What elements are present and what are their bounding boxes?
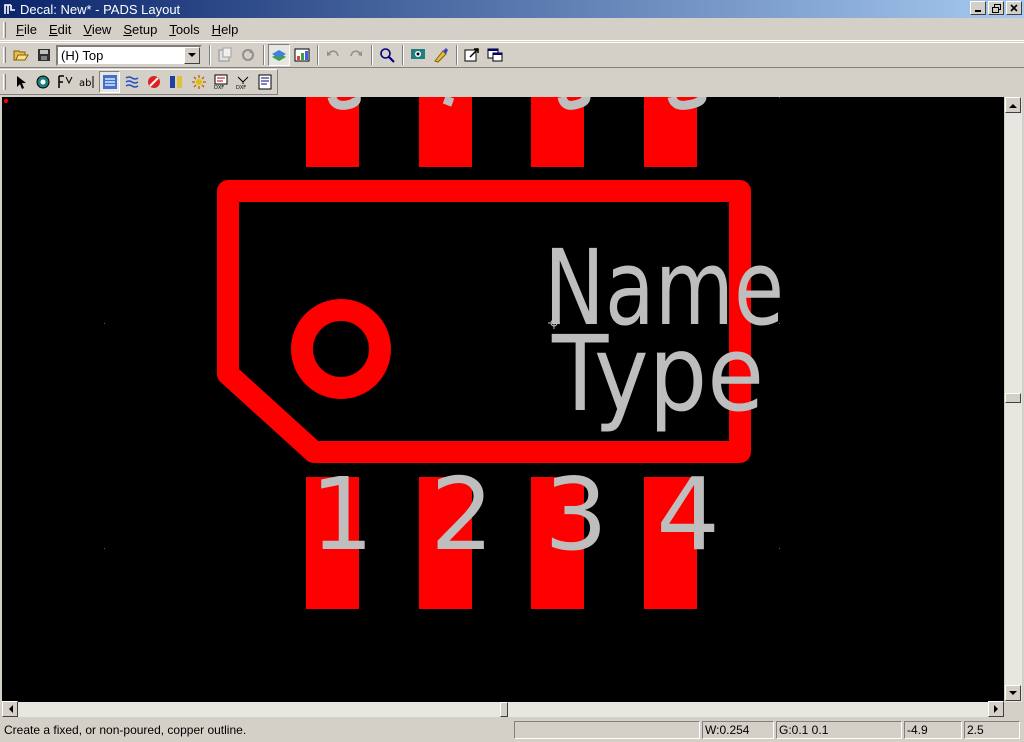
toolbar-separator [402,45,404,65]
top-pads [306,97,697,167]
title-bar: Decal: New* - PADS Layout [0,0,1024,18]
decal-drawing: Name Type 1 2 3 4 [4,97,784,609]
status-y-coordinate: 2.5 [964,721,1020,739]
decal-type-label: Type [551,313,764,435]
drafting-toolbar: ab DXF DXF [0,69,278,95]
toolbar-separator [371,45,373,65]
canvas-frame: Name Type 1 2 3 4 [0,95,1024,717]
dxf-export-icon[interactable]: DXF [233,71,254,93]
bottom-pin-numbers: 1 2 3 4 [310,456,720,573]
pin-label-2: 2 [430,456,494,573]
menu-bar: File Edit View Setup Tools Help [0,19,1024,41]
restore-button[interactable] [988,1,1004,15]
window-icon[interactable] [484,44,506,66]
display-colors-icon[interactable] [291,44,313,66]
scroll-corner [1005,702,1022,717]
menu-grip[interactable] [3,21,6,38]
status-message: Create a fixed, or non-poured, copper ou… [4,723,247,737]
menu-setup[interactable]: Setup [117,20,163,40]
toolbar-separator [456,45,458,65]
copper-cutout-icon[interactable] [144,71,165,93]
svg-text:DXF: DXF [214,85,224,90]
toolbar-grip[interactable] [3,74,6,90]
status-width: W:0.254 [702,721,774,739]
menu-file[interactable]: File [10,20,43,40]
origin-marker [4,99,8,103]
menu-view[interactable]: View [77,20,117,40]
text-tool-icon[interactable]: ab [77,71,98,93]
zoom-icon[interactable] [376,44,398,66]
scroll-left-button[interactable] [2,701,18,717]
status-empty-cell [514,721,700,739]
terminal-icon[interactable] [32,71,53,93]
design-canvas[interactable]: Name Type 1 2 3 4 [2,97,1004,702]
pin-label-4: 4 [656,456,720,573]
copper-pour-icon[interactable] [121,71,142,93]
scroll-right-button[interactable] [988,701,1004,717]
layer-select-value: (H) Top [61,47,104,63]
svg-text:ab: ab [79,78,91,89]
minimize-button[interactable] [970,1,986,15]
explode-icon[interactable] [188,71,209,93]
pin-label-3: 3 [544,456,608,573]
status-bar: Create a fixed, or non-poured, copper ou… [0,718,1024,742]
export-icon[interactable] [461,44,483,66]
toolbar-separator [263,45,265,65]
app-icon [2,1,18,17]
window-title: Decal: New* - PADS Layout [20,1,181,17]
vertical-scrollbar[interactable] [1005,97,1022,702]
toolbar-grip[interactable] [3,47,6,63]
horizontal-scrollbar[interactable] [2,701,1004,717]
menu-help[interactable]: Help [206,20,245,40]
copper-outline-icon[interactable] [98,71,121,93]
chevron-down-icon[interactable] [184,46,200,64]
close-button[interactable] [1006,1,1022,15]
redo-icon[interactable] [345,44,367,66]
vertical-scroll-thumb[interactable] [1005,393,1021,403]
keepout-icon[interactable] [166,71,187,93]
horizontal-scroll-thumb[interactable] [500,702,508,717]
scroll-down-button[interactable] [1005,685,1021,701]
properties-icon[interactable] [214,44,236,66]
pad-top-7 [419,97,472,167]
pin-label-1: 1 [310,456,374,573]
layer-display-icon[interactable] [268,44,290,66]
menu-tools[interactable]: Tools [163,20,205,40]
status-x-coordinate: -4.9 [904,721,962,739]
decal-wizard-icon[interactable] [54,71,75,93]
sketch-icon[interactable] [430,44,452,66]
pin1-marker [291,299,391,399]
menu-edit[interactable]: Edit [43,20,77,40]
redraw-icon[interactable] [237,44,259,66]
layer-select[interactable]: (H) Top [56,44,202,66]
svg-text:DXF: DXF [236,85,246,90]
report-icon[interactable] [255,71,276,93]
dxf-import-icon[interactable]: DXF [210,71,231,93]
select-arrow-icon[interactable] [10,71,31,93]
save-icon[interactable] [33,44,55,66]
standard-toolbar: (H) Top [0,42,1024,68]
scroll-up-button[interactable] [1005,97,1021,113]
open-file-icon[interactable] [10,44,32,66]
view-icon[interactable] [407,44,429,66]
toolbar-separator [317,45,319,65]
undo-icon[interactable] [322,44,344,66]
toolbar-separator [209,45,211,65]
status-grid: G:0.1 0.1 [776,721,902,739]
